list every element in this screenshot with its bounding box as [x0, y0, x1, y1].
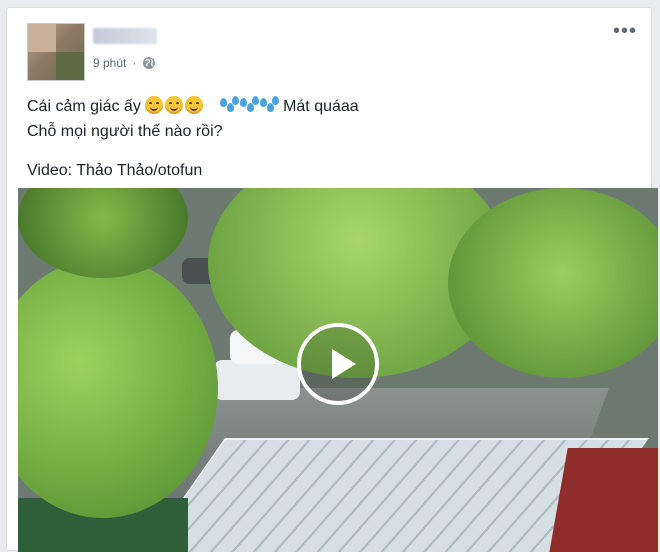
- post-line-1-suffix: Mát quáaa: [283, 98, 359, 115]
- sweat-droplets-emoji: [259, 96, 279, 114]
- avatar-pixel-block: [28, 24, 56, 52]
- smiling-face-emoji: [145, 96, 164, 114]
- post-timestamp[interactable]: 9 phút: [93, 56, 126, 70]
- post-line-1-text: Cái cảm giác ấy: [27, 98, 141, 115]
- more-options-icon[interactable]: •••: [613, 21, 637, 41]
- post-card: 9 phút · ••• Cái cảm giác ấy Mát quáaa C…: [6, 7, 658, 552]
- video-player[interactable]: [18, 188, 658, 552]
- smiling-face-emoji: [185, 96, 204, 114]
- video-red-roof: [548, 448, 658, 552]
- post-line-2: Chỗ mọi người thế nào rồi?: [27, 123, 223, 140]
- dot-separator: ·: [132, 56, 137, 70]
- sweat-droplets-emoji: [219, 96, 239, 114]
- sweat-droplets-emoji: [239, 96, 259, 114]
- play-button[interactable]: [297, 323, 379, 405]
- globe-icon[interactable]: [142, 56, 156, 70]
- video-tree: [18, 188, 188, 278]
- play-icon: [332, 349, 356, 379]
- avatar[interactable]: [27, 23, 85, 81]
- avatar-pixel-block: [56, 52, 84, 80]
- post-body: Cái cảm giác ấy Mát quáaa Chỗ mọi người …: [27, 94, 627, 183]
- video-tree: [448, 188, 658, 378]
- video-credit: Video: Thảo Thảo/otofun: [27, 162, 203, 179]
- post-meta: 9 phút ·: [93, 56, 156, 70]
- author-name-redacted[interactable]: [93, 28, 157, 44]
- video-car: [214, 360, 300, 400]
- smiling-face-emoji: [165, 96, 184, 114]
- post-line-1: Cái cảm giác ấy Mát quáaa: [27, 94, 627, 119]
